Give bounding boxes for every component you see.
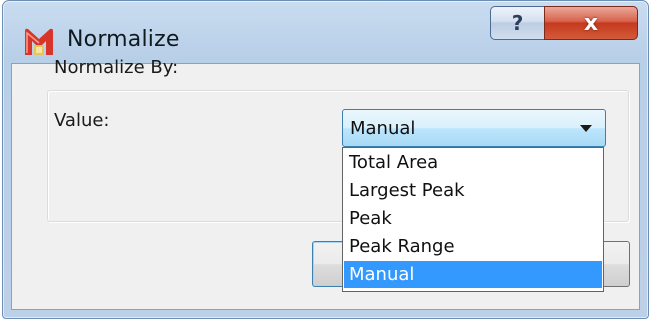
selected-value: Manual xyxy=(350,118,416,139)
title-bar[interactable]: Normalize ? x xyxy=(3,1,648,63)
option-largest-peak[interactable]: Largest Peak xyxy=(344,177,602,204)
help-icon: ? xyxy=(511,11,524,35)
chevron-down-icon[interactable] xyxy=(580,125,592,132)
app-m-icon xyxy=(25,28,53,55)
normalize-by-select[interactable]: Manual xyxy=(342,109,606,147)
normalize-by-dropdown-list: Total Area Largest Peak Peak Peak Range … xyxy=(342,147,604,292)
option-peak[interactable]: Peak xyxy=(344,205,602,232)
option-manual[interactable]: Manual xyxy=(344,261,602,288)
caption-buttons: ? x xyxy=(490,6,638,40)
close-icon: x xyxy=(583,10,599,36)
value-label: Value: xyxy=(54,110,110,131)
option-total-area[interactable]: Total Area xyxy=(344,149,602,176)
option-peak-range[interactable]: Peak Range xyxy=(344,233,602,260)
close-button[interactable]: x xyxy=(544,6,638,40)
window-title: Normalize xyxy=(67,27,180,52)
normalize-by-label: Normalize By: xyxy=(54,57,179,78)
help-button[interactable]: ? xyxy=(490,6,544,40)
